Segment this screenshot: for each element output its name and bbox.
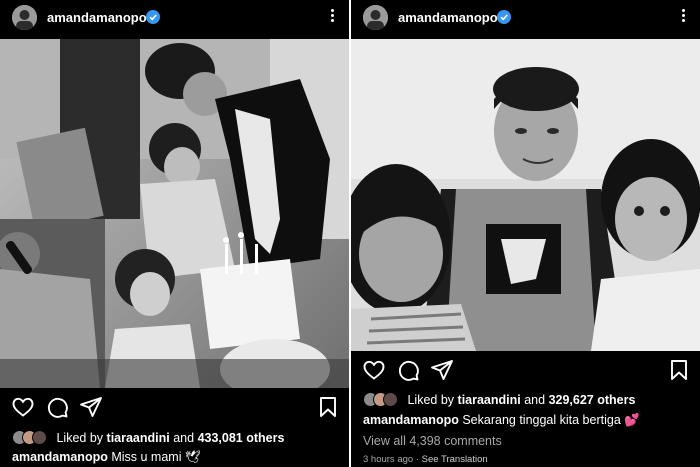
likes-row: Liked by tiaraandini and 433,081 others — [12, 430, 284, 445]
liker-avatar — [383, 392, 398, 407]
post-photo — [351, 39, 700, 351]
heart-icon[interactable] — [362, 358, 386, 382]
caption-text: Miss u mami — [111, 450, 182, 464]
more-options-icon[interactable] — [680, 7, 686, 27]
caption: amandamanopo Sekarang tinggal kita berti… — [363, 413, 640, 428]
likes-row: Liked by tiaraandini and 329,627 others — [363, 392, 635, 407]
liked-by-and: and — [524, 393, 546, 407]
two-hearts-emoji-icon: 💕 — [624, 413, 640, 427]
heart-icon[interactable] — [11, 395, 35, 419]
liked-by-and: and — [173, 431, 195, 445]
meta-separator: · — [415, 454, 419, 465]
post-meta: 3 hours ago · See Translation — [363, 454, 488, 465]
liked-by-user[interactable]: tiaraandini — [458, 393, 521, 407]
username[interactable]: amandamanopo — [47, 10, 147, 25]
dove-emoji-icon: 🕊 — [184, 450, 201, 464]
see-translation-link[interactable]: See Translation — [422, 454, 488, 465]
liked-by-label: Liked by — [56, 431, 104, 445]
post-1: amandamanopo Liked by tiaraandini and 43… — [0, 0, 349, 467]
likes-count[interactable]: 329,627 others — [549, 393, 636, 407]
post-header: amandamanopo — [0, 0, 349, 36]
caption-username[interactable]: amandamanopo — [363, 413, 459, 427]
liked-by-user[interactable]: tiaraandini — [107, 431, 170, 445]
post-2: amandamanopo Liked by tiaraandini and 32… — [351, 0, 700, 467]
caption-text: Sekarang tinggal kita bertiga — [462, 413, 621, 427]
liked-by-label: Liked by — [407, 393, 455, 407]
likes-count[interactable]: 433,081 others — [198, 431, 285, 445]
profile-avatar[interactable] — [12, 5, 37, 30]
verified-badge-icon — [146, 10, 160, 24]
caption: amandamanopo Miss u mami 🕊 — [12, 450, 201, 465]
profile-avatar[interactable] — [363, 5, 388, 30]
post-header: amandamanopo — [351, 0, 700, 36]
bookmark-icon[interactable] — [667, 358, 691, 382]
verified-badge-icon — [497, 10, 511, 24]
bookmark-icon[interactable] — [316, 395, 340, 419]
comment-icon[interactable] — [396, 358, 420, 382]
post-timestamp: 3 hours ago — [363, 454, 414, 465]
post-actions — [0, 395, 349, 421]
send-icon[interactable] — [79, 395, 103, 419]
comment-icon[interactable] — [45, 395, 69, 419]
post-actions — [351, 358, 700, 384]
caption-username[interactable]: amandamanopo — [12, 450, 108, 464]
view-all-comments-link[interactable]: View all 4,398 comments — [363, 434, 502, 448]
send-icon[interactable] — [430, 358, 454, 382]
liker-avatar — [32, 430, 47, 445]
username[interactable]: amandamanopo — [398, 10, 498, 25]
more-options-icon[interactable] — [329, 7, 335, 27]
post-photo — [0, 39, 349, 388]
